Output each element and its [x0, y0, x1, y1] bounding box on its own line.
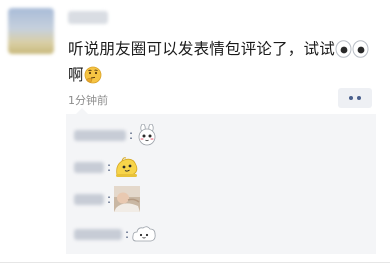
comment-colon: :: [129, 128, 134, 142]
photo-sticker-icon: [114, 186, 141, 212]
commenter-name[interactable]: [74, 193, 104, 205]
post-text-main: 听说朋友圈可以发表情包评论了，试试: [68, 40, 335, 58]
white-bunny-sticker-icon: [138, 124, 156, 146]
more-dots-icon: [349, 96, 353, 100]
comment-item[interactable]: :: [66, 124, 158, 146]
comment-colon: :: [125, 227, 130, 241]
comment-colon: :: [107, 160, 112, 174]
thinking-emoji-icon: [84, 66, 102, 90]
commenter-name[interactable]: [74, 228, 122, 240]
moments-post: 听说朋友圈可以发表情包评论了，试试 啊 1分钟前::::: [0, 0, 390, 263]
eyes-emoji-icon: [335, 40, 369, 64]
more-dots-icon-2: [357, 96, 361, 100]
comment-colon: :: [107, 192, 112, 206]
comment-item[interactable]: :: [66, 186, 141, 212]
more-actions-button[interactable]: [338, 88, 372, 108]
post-time: 1分钟前: [68, 94, 108, 107]
comment-item[interactable]: :: [66, 224, 156, 244]
author-name[interactable]: [68, 11, 108, 24]
avatar[interactable]: [8, 8, 54, 54]
comment-list: : :::: [66, 108, 376, 254]
commenter-name[interactable]: [74, 161, 104, 173]
post-text-end: 啊: [68, 66, 84, 84]
post-text: 听说朋友圈可以发表情包评论了，试试 啊: [68, 38, 380, 90]
yellow-blob-sticker-icon: [116, 157, 138, 177]
comment-item[interactable]: :: [66, 156, 140, 178]
commenter-name[interactable]: [74, 129, 126, 141]
cloud-face-sticker-icon: [132, 226, 156, 242]
